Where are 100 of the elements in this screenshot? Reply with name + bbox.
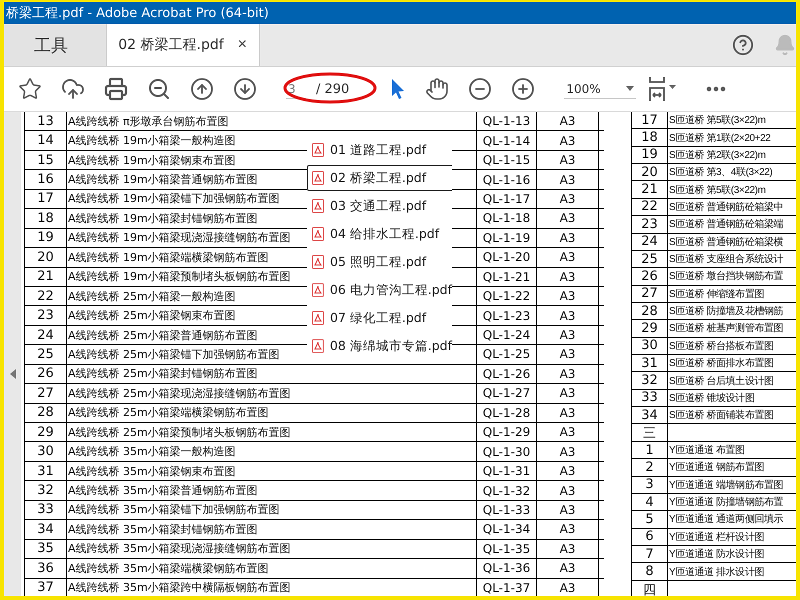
table-cell: 21 [632,181,668,198]
file-menu-item[interactable]: 02 桥梁工程.pdf [307,165,452,191]
table-cell: 7 [632,546,668,562]
table-cell: 1 [632,442,668,458]
table-cell: S匝道桥 第1联(2×20+22 [668,129,796,146]
select-pointer-icon[interactable] [390,78,406,100]
table-cell: QL-1-23 [477,306,537,325]
table-cell: 36 [25,559,67,578]
table-cell: QL-1-25 [477,345,537,364]
tab[interactable]: 工具 [4,24,107,66]
hand-icon[interactable] [425,77,450,101]
table-cell: S匝道桥 桥台搭板布置图 [668,338,796,354]
table-cell: A3 [537,364,599,384]
table-cell: 30 [632,338,668,354]
table-cell: 29 [25,423,67,442]
table-cell: Y匝道通道 防撞墙钢筋布置 [668,494,796,510]
table-cell: A线跨线桥 35m小箱梁现浇湿接缝钢筋布置图 [67,540,477,558]
fit-page-icon[interactable] [647,76,678,102]
table-cell: A线跨线桥 π形墩承台钢筋布置图 [67,112,477,130]
table-cell: Y匝道通道 通道两侧回填示 [668,511,796,528]
table-cell: QL-1-22 [477,286,537,306]
table-cell: S匝道桥 桩基声测管布置图 [668,320,796,337]
table-cell: 37 [25,578,67,596]
window-title: 桥梁工程.pdf - Adobe Acrobat Pro (64-bit) [6,5,269,22]
star-icon[interactable] [18,77,42,101]
table-cell: 24 [632,234,668,250]
help-icon[interactable] [732,34,754,56]
table-cell: A3 [537,268,599,286]
pdf-file-icon [312,171,324,185]
table-cell: QL-1-37 [477,578,537,596]
table-cell: 32 [25,481,67,500]
pdf-file-icon [312,339,324,353]
table-cell: A3 [537,248,599,266]
table-cell: S匝道桥 桥面排水布置图 [668,355,796,372]
table-cell: S匝道桥 伸缩缝布置图 [668,286,796,302]
table-cell: Y匝道通道 端墙钢筋布置图 [668,476,796,493]
table-cell: 34 [25,520,67,539]
table-cell: S匝道桥 普通钢筋砼箱梁中 [668,198,796,216]
table-cell: QL-1-20 [477,248,537,266]
table-cell: QL-1-32 [477,481,537,500]
table-cell: 25 [25,345,67,364]
table-cell: QL-1-29 [477,423,537,442]
table-cell: 31 [25,462,67,480]
table-cell: S匝道桥 桥面铺装布置图 [668,407,796,424]
zoom-in-icon[interactable] [511,77,536,101]
table-cell: 33 [632,390,668,406]
tab[interactable]: 02 桥梁工程.pdf × [107,24,260,66]
table-cell: 22 [632,198,668,216]
table-cell: QL-1-15 [477,150,537,170]
table-cell: A3 [537,228,599,248]
table-cell: A3 [537,404,599,422]
pdf-file-icon [312,199,324,213]
table-cell: A线跨线桥 35m小箱梁普通钢筋布置图 [67,481,477,500]
table-cell: Y匝道通道 栏杆设计图 [668,528,796,545]
table-cell: QL-1-24 [477,326,537,344]
table-cell: A3 [537,190,599,208]
table-cell: A线跨线桥 25m小箱梁端横梁钢筋布置图 [67,404,477,422]
zoom-out-search-icon[interactable] [147,77,171,101]
table-cell: A3 [537,306,599,325]
table-cell: A线跨线桥 35m小箱梁端横梁钢筋布置图 [67,559,477,578]
table-cell: 35 [25,540,67,558]
table-cell: 29 [632,320,668,337]
table-cell: 17 [632,112,668,128]
table-cell: A3 [537,286,599,306]
table-cell: 26 [632,268,668,285]
zoom-dropdown[interactable]: 100% [564,80,636,98]
table-cell: QL-1-17 [477,190,537,208]
table-cell: 26 [25,364,67,384]
left-arrow-icon[interactable] [10,369,16,379]
table-cell: 17 [25,190,67,208]
previous-page-icon[interactable] [190,77,214,101]
table-cell: A3 [537,384,599,403]
table-cell: A线跨线桥 35m小箱梁钢束布置图 [67,462,477,480]
table-cell: S匝道桥 第5联(3×22)m [668,112,796,128]
table-cell: S匝道桥 普通钢筋砼箱梁端 [668,216,796,233]
table-cell: S匝道桥 锥坡设计图 [668,390,796,406]
table-cell: S匝道桥 台后填土设计图 [668,372,796,389]
table-cell: 19 [25,228,67,248]
next-page-icon[interactable] [233,77,257,101]
table-cell: QL-1-33 [477,500,537,520]
table-cell: 18 [25,209,67,228]
table-cell: 23 [632,216,668,233]
table-cell: 28 [25,404,67,422]
table-cell: A3 [537,578,599,596]
table-cell: QL-1-26 [477,364,537,384]
close-tab-button[interactable]: × [238,36,247,54]
table-cell: 6 [632,528,668,545]
table-cell: 8 [632,563,668,580]
table-cell: A3 [537,462,599,480]
table-cell: 24 [25,326,67,344]
cloud-upload-icon[interactable] [61,77,85,101]
table-cell: A线跨线桥 35m小箱梁锚下加强钢筋布置图 [67,500,477,520]
table-cell: A线跨线桥 25m小箱梁预制堵头板钢筋布置图 [67,423,477,442]
print-icon[interactable] [104,77,128,101]
table-cell: QL-1-31 [477,462,537,480]
zoom-out-icon[interactable] [468,77,492,101]
table-cell: S匝道桥 普通钢筋砼箱梁横 [668,234,796,250]
table-cell: QL-1-35 [477,540,537,558]
table-cell: QL-1-30 [477,442,537,461]
table-cell: A线跨线桥 35m小箱梁一般构造图 [67,442,477,461]
